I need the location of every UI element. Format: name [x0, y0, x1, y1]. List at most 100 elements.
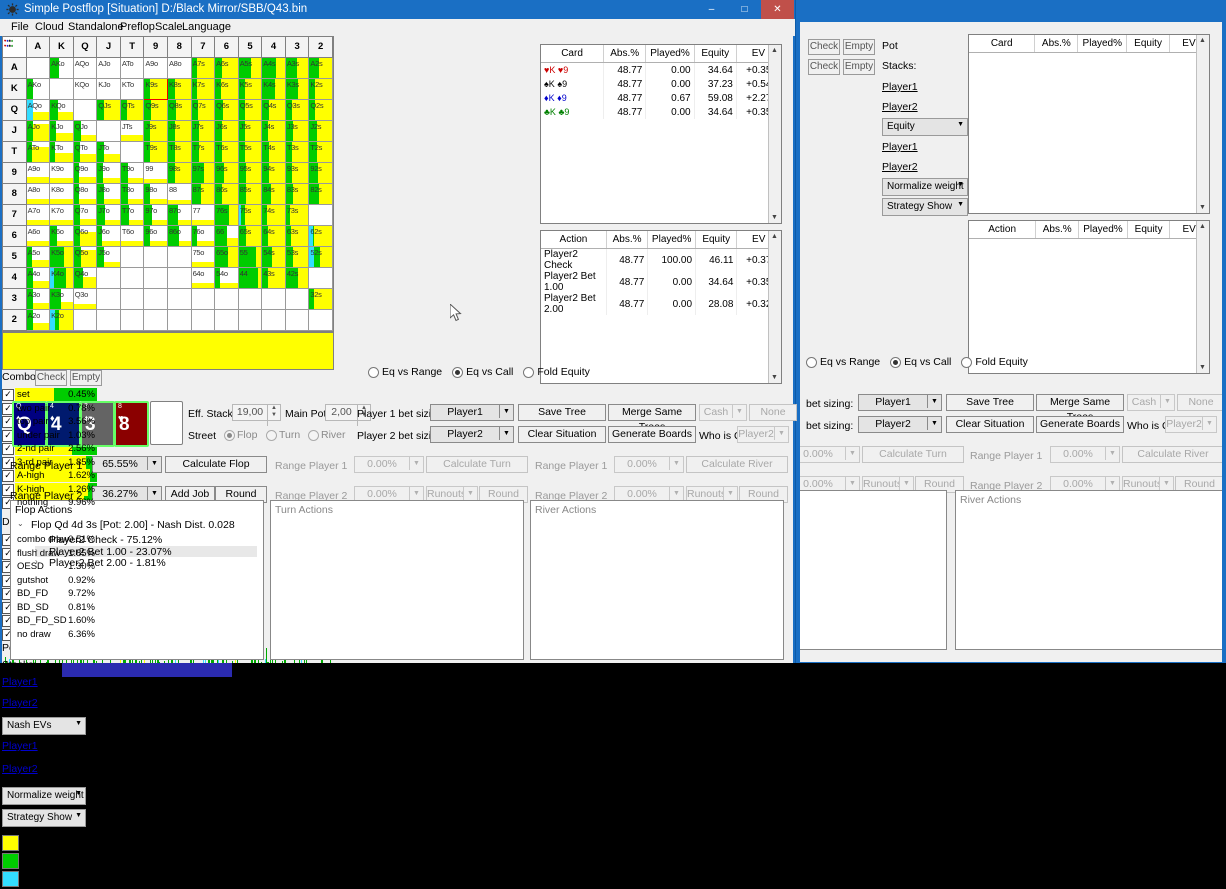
- matrix-cell-QTo[interactable]: QTo: [73, 142, 98, 163]
- matrix-cell-empty[interactable]: [309, 310, 333, 331]
- taskbar-active-item[interactable]: [62, 663, 232, 677]
- player2-link[interactable]: Player2: [2, 697, 38, 709]
- bg-clear-situation-button[interactable]: Clear Situation: [946, 416, 1034, 433]
- matrix-cell-K5o[interactable]: K5o: [50, 247, 74, 268]
- matrix-cell-Q5o[interactable]: Q5o: [73, 247, 98, 268]
- matrix-cell-Q3o[interactable]: Q3o: [73, 289, 98, 310]
- matrix-cell-87o[interactable]: 87o: [167, 205, 192, 226]
- chevron-down-icon[interactable]: ▼: [499, 405, 513, 418]
- column-header[interactable]: Abs.%: [606, 231, 649, 249]
- bg-p1-bet-dropdown[interactable]: Player1 ▼: [858, 394, 942, 411]
- bg-game-type-dropdown[interactable]: Cash ▼: [1127, 394, 1175, 411]
- matrix-cell-96o[interactable]: 96o: [144, 226, 168, 247]
- turn-actions-panel[interactable]: Turn Actions: [270, 500, 524, 660]
- game-type-dropdown[interactable]: Cash ▼: [699, 404, 747, 421]
- bg-equity-radio-group[interactable]: Eq vs Range Eq vs Call Fold Equity: [806, 356, 1038, 368]
- matrix-cell-A7s[interactable]: A7s: [191, 58, 216, 79]
- matrix-cell-K3s[interactable]: K3s: [285, 79, 310, 100]
- matrix-cell-empty[interactable]: [97, 310, 121, 331]
- range-player1-turn-dropdown[interactable]: 0.00% ▼: [354, 456, 424, 473]
- bg-player2-link[interactable]: Player2: [882, 101, 918, 113]
- range-player1-river-dropdown[interactable]: 0.00% ▼: [614, 456, 684, 473]
- matrix-cell-A6s[interactable]: A6s: [215, 58, 239, 79]
- matrix-cell-empty[interactable]: [120, 268, 145, 289]
- matrix-cell-empty[interactable]: [285, 289, 310, 310]
- matrix-cell-Q6o[interactable]: Q6o: [73, 226, 98, 247]
- matrix-cell-empty[interactable]: [191, 289, 216, 310]
- bg-combos-check-button[interactable]: Check: [808, 39, 840, 55]
- column-header[interactable]: Equity: [695, 231, 738, 249]
- player1-bet-sizing-dropdown[interactable]: Player1 ▼: [430, 404, 514, 421]
- matrix-cell-65o[interactable]: 65o: [215, 247, 239, 268]
- matrix-cell-Q3s[interactable]: Q3s: [285, 100, 310, 121]
- matrix-cell-K9s[interactable]: K9s: [144, 79, 168, 100]
- spinner-down-icon[interactable]: ▼: [267, 412, 280, 426]
- matrix-cell-T6o[interactable]: T6o: [120, 226, 145, 247]
- matrix-cell-empty[interactable]: [144, 310, 168, 331]
- matrix-cell-JTs[interactable]: JTs: [120, 121, 145, 142]
- normalize-weight-dropdown[interactable]: Normalize weight ▼: [2, 787, 86, 805]
- column-header[interactable]: Equity: [1126, 35, 1170, 53]
- save-tree-button[interactable]: Save Tree: [518, 404, 606, 421]
- equity-mode-radio-group[interactable]: Eq vs Range Eq vs Call Fold Equity: [368, 366, 600, 378]
- bg-range-p1-river-dropdown[interactable]: 0.00% ▼: [1050, 446, 1120, 463]
- bg-strategy-dropdown[interactable]: Strategy Show ▼: [882, 198, 968, 216]
- column-header[interactable]: Card: [969, 35, 1036, 53]
- matrix-cell-52s[interactable]: 52s: [309, 247, 333, 268]
- table-row[interactable]: Player2 Bet 2.00 48.77 0.00 28.08 +0.324: [541, 293, 781, 315]
- combos-check-button[interactable]: Check: [35, 370, 67, 386]
- matrix-cell-T7o[interactable]: T7o: [120, 205, 145, 226]
- matrix-cell-AQo[interactable]: AQo: [73, 58, 98, 79]
- chevron-down-icon[interactable]: ▼: [732, 405, 746, 418]
- matrix-cell-empty[interactable]: [262, 289, 286, 310]
- bg-who-oop-dropdown[interactable]: Player2 ▼: [1165, 416, 1217, 433]
- matrix-cell-K7s[interactable]: K7s: [191, 79, 216, 100]
- calculate-turn-button[interactable]: Calculate Turn: [426, 456, 528, 473]
- matrix-cell-J2s[interactable]: J2s: [309, 121, 333, 142]
- column-header[interactable]: Played%: [645, 45, 695, 63]
- bg-normalize-dropdown[interactable]: Normalize weight ▼: [882, 178, 968, 196]
- street-radio-flop[interactable]: Flop: [224, 429, 257, 441]
- scroll-up-icon[interactable]: ▲: [1199, 223, 1206, 230]
- table-row[interactable]: ♠K ♠9 48.77 0.00 37.23 +0.543: [541, 77, 782, 91]
- matrix-cell-empty[interactable]: [167, 289, 192, 310]
- matrix-cell-K2o[interactable]: K2o: [50, 310, 74, 331]
- hand-range-matrix[interactable]: ♥♦♣♠ ♥♦♣♠ A K Q J T 9 8 7 6 5 4 3 2 A AKo AQo AJo ATo A9o A8o…: [2, 36, 334, 332]
- matrix-cell-92s[interactable]: 92s: [309, 163, 333, 184]
- column-header[interactable]: Played%: [1078, 221, 1128, 239]
- ev-player2-link[interactable]: Player2: [2, 763, 38, 775]
- scroll-down-icon[interactable]: ▼: [771, 374, 778, 381]
- matrix-cell-43s[interactable]: 43s: [262, 268, 286, 289]
- close-button[interactable]: ✕: [761, 0, 794, 19]
- matrix-cell-empty[interactable]: [73, 310, 98, 331]
- none-button[interactable]: None: [749, 404, 797, 421]
- matrix-cell-Q8s[interactable]: Q8s: [167, 100, 192, 121]
- matrix-cell-Q4o[interactable]: Q4o: [73, 268, 98, 289]
- matrix-cell-AJo[interactable]: AJo: [26, 121, 51, 142]
- chevron-down-icon[interactable]: ▼: [669, 457, 683, 470]
- street-radio-turn[interactable]: Turn: [266, 429, 300, 441]
- matrix-cell-Q6s[interactable]: Q6s: [215, 100, 239, 121]
- matrix-cell-44[interactable]: 44: [238, 268, 263, 289]
- matrix-cell-empty[interactable]: [97, 268, 121, 289]
- bg-action-table-scrollbar[interactable]: ▲ ▼: [1196, 221, 1209, 373]
- street-radio-river[interactable]: River: [308, 429, 346, 441]
- card-table[interactable]: Card Abs.% Played% Equity EV ♥K ♥9 48.77 0.00 3…: [540, 44, 782, 224]
- matrix-cell-J8o[interactable]: J8o: [97, 184, 121, 205]
- matrix-cell-AJo[interactable]: AJo: [97, 58, 121, 79]
- chevron-down-icon[interactable]: ▼: [927, 395, 941, 408]
- column-header[interactable]: Played%: [1077, 35, 1128, 53]
- chevron-down-icon[interactable]: ▼: [463, 487, 477, 500]
- matrix-cell-empty[interactable]: [191, 310, 216, 331]
- matrix-cell-A3s[interactable]: A3s: [285, 58, 310, 79]
- matrix-cell-K2s[interactable]: K2s: [309, 79, 333, 100]
- bg-card-table-scrollbar[interactable]: ▲ ▼: [1196, 35, 1209, 213]
- matrix-cell-QJs[interactable]: QJs: [97, 100, 121, 121]
- scroll-down-icon[interactable]: ▼: [1199, 364, 1206, 371]
- matrix-cell-empty[interactable]: [120, 142, 145, 163]
- matrix-cell-T5s[interactable]: T5s: [238, 142, 263, 163]
- bg-equity-dropdown[interactable]: Equity ▼: [882, 118, 968, 136]
- matrix-cell-93s[interactable]: 93s: [285, 163, 310, 184]
- matrix-cell-73s[interactable]: 73s: [285, 205, 310, 226]
- matrix-cell-J9s[interactable]: J9s: [144, 121, 168, 142]
